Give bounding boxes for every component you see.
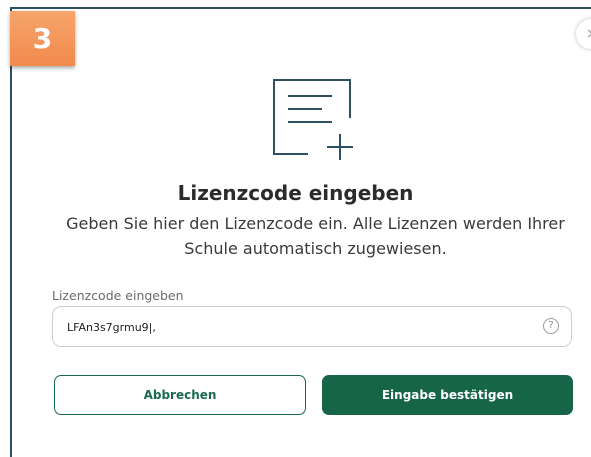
- confirm-button[interactable]: Eingabe bestätigen: [322, 375, 573, 415]
- step-number: 3: [32, 22, 53, 55]
- license-code-input[interactable]: [67, 317, 527, 337]
- dialog-subtitle: Geben Sie hier den Lizenzcode ein. Alle …: [66, 214, 565, 258]
- dialog-title: Lizenzcode eingeben: [177, 181, 414, 205]
- cancel-button-label: Abbrechen: [143, 388, 217, 402]
- help-icon[interactable]: ?: [543, 318, 559, 334]
- license-code-label: Lizenzcode eingeben: [52, 288, 184, 303]
- close-icon[interactable]: ×: [586, 26, 591, 42]
- license-code-field[interactable]: ?: [52, 306, 572, 347]
- confirm-button-label: Eingabe bestätigen: [381, 388, 514, 402]
- cancel-button[interactable]: Abbrechen: [54, 375, 306, 415]
- add-document-icon: [273, 79, 353, 160]
- step-badge: 3: [10, 11, 75, 66]
